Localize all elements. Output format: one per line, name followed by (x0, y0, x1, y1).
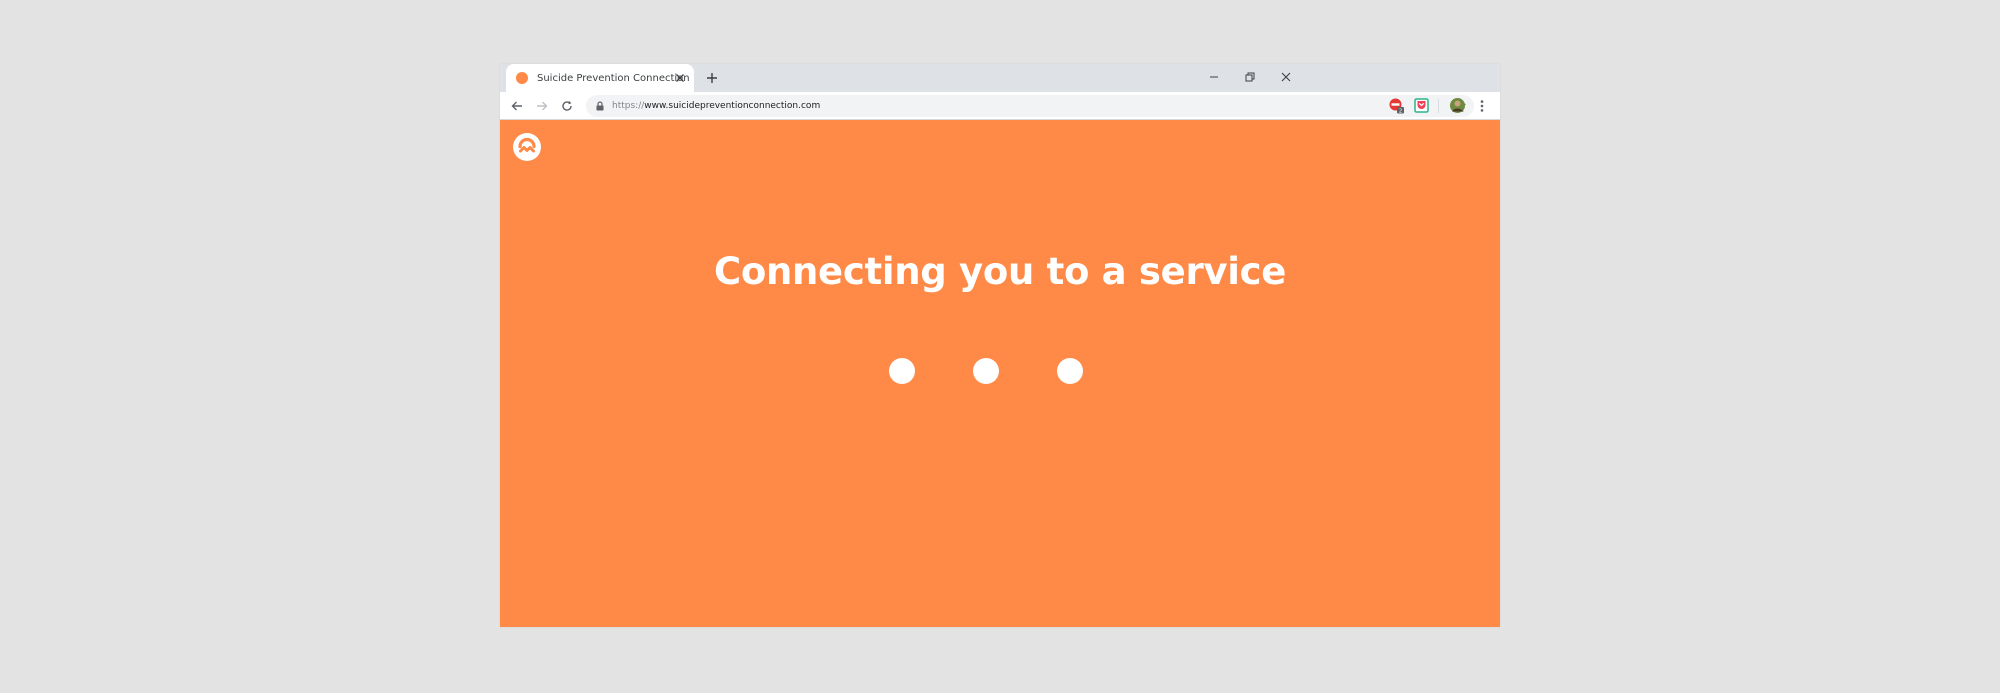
reload-icon[interactable] (559, 98, 575, 114)
forward-arrow-icon[interactable] (534, 98, 550, 114)
loading-dot (1057, 358, 1083, 384)
url-host: www.suicidepreventionconnection.com (644, 101, 821, 111)
url-scheme: https:// (612, 101, 645, 111)
loading-dot (973, 358, 999, 384)
extension-badge: 2 (1399, 108, 1403, 114)
tab-strip: Suicide Prevention Connection (500, 64, 1500, 92)
back-arrow-icon[interactable] (509, 98, 525, 114)
browser-menu-icon[interactable] (1474, 98, 1490, 114)
restore-icon[interactable] (1242, 70, 1258, 84)
tab-title: Suicide Prevention Connection (537, 72, 690, 84)
minimize-icon[interactable] (1206, 70, 1222, 84)
browser-window: Suicide Prevention Connection https://ww… (500, 64, 1500, 627)
lock-icon (596, 101, 604, 111)
logo-icon[interactable] (513, 133, 541, 161)
favicon-icon (516, 72, 528, 84)
page-title: Connecting you to a service (713, 250, 1287, 293)
toolbar-divider (1438, 99, 1439, 113)
browser-toolbar: https://www.suicidepreventionconnection.… (500, 92, 1500, 120)
tab-active[interactable]: Suicide Prevention Connection (506, 64, 694, 92)
page-content: Connecting you to a service (500, 120, 1500, 627)
loading-dot (889, 358, 915, 384)
address-bar[interactable]: https://www.suicidepreventionconnection.… (586, 95, 1474, 117)
url-text: https://www.suicidepreventionconnection.… (612, 95, 820, 117)
red-extension-icon[interactable]: 2 (1388, 97, 1405, 114)
new-tab-button[interactable] (704, 70, 720, 86)
pocket-extension-icon[interactable] (1413, 97, 1430, 114)
profile-avatar[interactable] (1449, 97, 1466, 114)
close-window-icon[interactable] (1278, 70, 1294, 84)
tab-close-icon[interactable] (672, 70, 688, 86)
